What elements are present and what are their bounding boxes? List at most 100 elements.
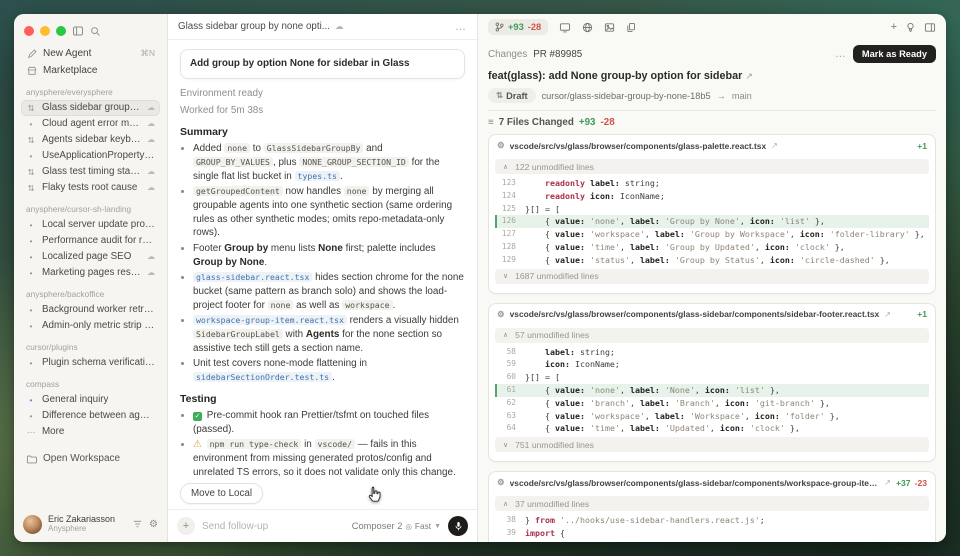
code-line[interactable]: 58 label: string;	[495, 346, 929, 359]
dot-blue-icon: •	[26, 394, 36, 406]
model-selector[interactable]: Composer 2 ◎ Fast ▼	[352, 521, 441, 531]
unmodified-lines-bar[interactable]: ∧122 unmodified lines	[495, 159, 929, 174]
ellipsis-icon: ⋯	[26, 426, 36, 438]
terminal-icon[interactable]	[559, 22, 571, 33]
sidebar-toggle-icon[interactable]	[72, 25, 84, 37]
added-code-line[interactable]: 126 { value: 'none', label: 'Group by No…	[495, 215, 929, 228]
sidebar-item[interactable]: ⋯More	[21, 424, 160, 440]
sidebar-item-label: UseApplicationProperty migrati...	[42, 150, 155, 162]
sidebar-item[interactable]: •Localized page SEO☁	[21, 249, 160, 265]
copy-icon[interactable]	[626, 22, 636, 33]
mouse-cursor	[367, 486, 382, 503]
diff-file-header[interactable]: ⚙vscode/src/vs/glass/browser/components/…	[489, 135, 935, 156]
sidebar-item[interactable]: ⇅Agents sidebar keyboard expe...☁	[21, 132, 160, 148]
diff-file-card: ⚙vscode/src/vs/glass/browser/components/…	[488, 134, 936, 294]
code-line[interactable]: 64 { value: 'time', label: 'Updated', ic…	[495, 422, 929, 435]
cloud-icon: ☁	[147, 267, 155, 279]
tab-diff[interactable]: +93 -28	[488, 19, 548, 35]
diff-file-header[interactable]: ⚙vscode/src/vs/glass/browser/components/…	[489, 304, 935, 325]
branch-name[interactable]: cursor/glass-sidebar-group-by-none-18b5	[542, 91, 711, 101]
filter-icon[interactable]	[132, 519, 143, 529]
code-line[interactable]: 123 readonly label: string;	[495, 177, 929, 190]
more-options-icon[interactable]: …	[455, 21, 467, 33]
globe-icon[interactable]	[582, 22, 593, 33]
code-line[interactable]: 63 { value: 'workspace', label: 'Workspa…	[495, 410, 929, 423]
code-line[interactable]: 129 { value: 'status', label: 'Group by …	[495, 254, 929, 267]
sidebar-item[interactable]: •Local server update process	[21, 217, 160, 233]
sidebar-item[interactable]: ⇅Glass sidebar group by none ...☁	[21, 100, 160, 116]
unmodified-lines-bar[interactable]: ∨751 unmodified lines	[495, 437, 929, 452]
sidebar-item[interactable]: •Difference between agents and ...	[21, 408, 160, 424]
code-line[interactable]: 39import {	[495, 527, 929, 540]
image-icon[interactable]	[604, 22, 615, 33]
move-to-local-button[interactable]: Move to Local	[180, 483, 263, 504]
code-text: icon: IconName;	[525, 358, 620, 371]
attach-button[interactable]: +	[177, 517, 195, 535]
bullet: workspace-group-item.react.tsx renders a…	[193, 314, 465, 355]
pr-meta-row: ⇅ Draft cursor/glass-sidebar-group-by-no…	[488, 88, 936, 110]
diff-file-header[interactable]: ⚙vscode/src/vs/glass/browser/components/…	[489, 472, 935, 493]
cloud-icon: ☁	[147, 182, 155, 194]
code-line[interactable]: 128 { value: 'time', label: 'Group by Up…	[495, 241, 929, 254]
sidebar-item[interactable]: •Performance audit for redesigne...	[21, 233, 160, 249]
search-icon[interactable]	[90, 26, 101, 37]
zoom-window-button[interactable]	[56, 26, 66, 36]
sidebar-item[interactable]: •Plugin schema verification	[21, 355, 160, 371]
tab-added-count: +93	[508, 22, 524, 32]
layout-icon[interactable]	[924, 22, 936, 33]
text-segment: none	[344, 186, 370, 196]
sidebar-item[interactable]: •UseApplicationProperty migrati...	[21, 148, 160, 164]
agent-title: Glass sidebar group by none opti...	[178, 21, 330, 32]
unmodified-lines-bar[interactable]: ∧57 unmodified lines	[495, 328, 929, 343]
cloud-icon: ☁	[147, 166, 155, 178]
minimize-window-button[interactable]	[40, 26, 50, 36]
bulb-icon[interactable]	[906, 22, 915, 33]
unmodified-lines-bar[interactable]: ∧37 unmodified lines	[495, 496, 929, 511]
added-code-line[interactable]: 61 { value: 'none', label: 'None', icon:…	[495, 384, 929, 397]
files-changed-row[interactable]: ≡ 7 Files Changed +93 -28	[488, 110, 936, 134]
arrows-icon: ⇅	[26, 166, 36, 178]
target-branch[interactable]: main	[732, 91, 752, 101]
code-line[interactable]: 125}[] = [	[495, 203, 929, 216]
code-line[interactable]: 124 readonly icon: IconName;	[495, 190, 929, 203]
sidebar-item[interactable]: ⇅Glass test timing stabilization☁	[21, 164, 160, 180]
gear-icon[interactable]: ⚙	[149, 519, 158, 530]
code-line[interactable]: 60}[] = [	[495, 371, 929, 384]
pr-more-options-icon[interactable]: …	[835, 48, 847, 60]
line-number: 60	[495, 371, 525, 384]
user-prompt[interactable]: Add group by option None for sidebar in …	[180, 49, 465, 79]
unmodified-lines-label: 57 unmodified lines	[515, 330, 589, 340]
window-controls	[21, 23, 160, 45]
line-number: 123	[495, 177, 525, 190]
sidebar-item-label: Local server update process	[42, 219, 155, 231]
code-line[interactable]: 62 { value: 'branch', label: 'Branch', i…	[495, 397, 929, 410]
sidebar-item[interactable]: ⇅Flaky tests root cause☁	[21, 180, 160, 196]
text-segment: vscode/	[315, 439, 356, 449]
mark-as-ready-button[interactable]: Mark as Ready	[853, 45, 936, 63]
sidebar-item[interactable]: •Cloud agent error message re...☁	[21, 116, 160, 132]
avatar[interactable]	[23, 515, 42, 534]
new-agent-button[interactable]: New Agent ⌘N	[21, 45, 160, 62]
sidebar-item[interactable]: •General inquiry	[21, 392, 160, 408]
dot-icon: •	[26, 410, 36, 422]
unmodified-lines-bar[interactable]: ∨1687 unmodified lines	[495, 269, 929, 284]
sidebar-item[interactable]: •Background worker retry handling	[21, 302, 160, 318]
new-tab-icon[interactable]: +	[891, 21, 897, 33]
mic-button[interactable]	[448, 516, 468, 536]
line-number: 124	[495, 190, 525, 203]
sidebar-item[interactable]: •Admin-only metric strip for inco...	[21, 318, 160, 334]
follow-up-input[interactable]: Send follow-up	[202, 521, 268, 532]
external-link-icon: ↗	[771, 141, 778, 150]
pr-title-row[interactable]: feat(glass): add None group-by option fo…	[488, 69, 936, 88]
code-line[interactable]: 38} from '../hooks/use-sidebar-handlers.…	[495, 514, 929, 527]
file-diff-stats: +1	[917, 309, 927, 319]
added-count: +1	[917, 309, 927, 319]
marketplace-button[interactable]: Marketplace	[21, 62, 160, 79]
code-line[interactable]: 40 BRANCH_GROUP_SOLO_SECTION_ID,	[495, 540, 929, 542]
external-link-icon: ↗	[884, 478, 891, 487]
code-line[interactable]: 127 { value: 'workspace', label: 'Group …	[495, 228, 929, 241]
code-line[interactable]: 59 icon: IconName;	[495, 358, 929, 371]
sidebar-item[interactable]: •Marketing pages responsiven...☁	[21, 265, 160, 281]
close-window-button[interactable]	[24, 26, 34, 36]
open-workspace-button[interactable]: Open Workspace	[21, 450, 160, 467]
